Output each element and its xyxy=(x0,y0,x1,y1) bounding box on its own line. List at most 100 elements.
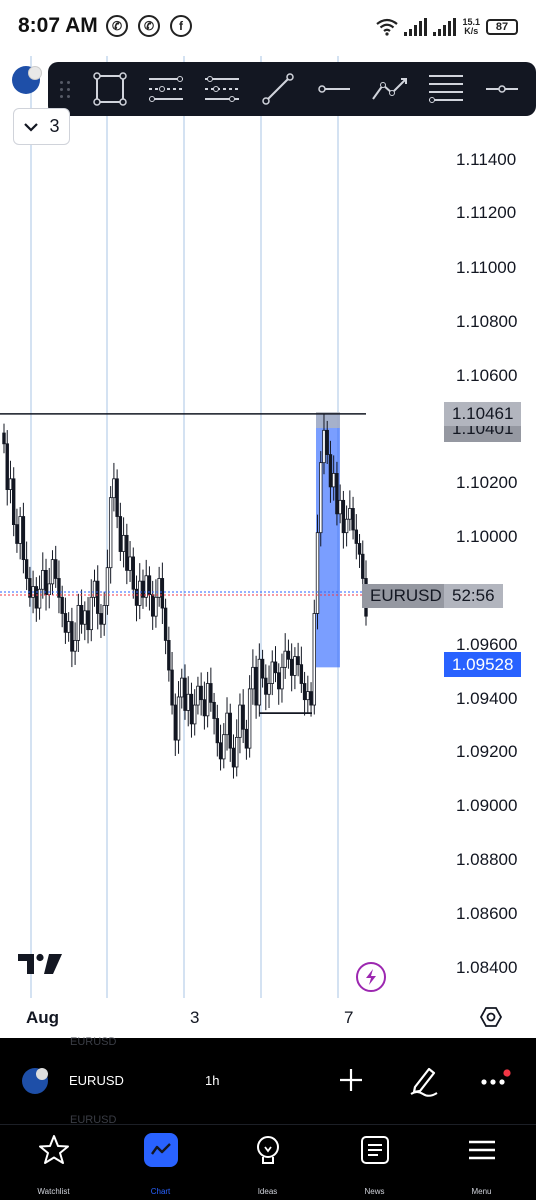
horizontal-line-icon[interactable] xyxy=(474,62,530,116)
price-axis-label: 1.10000 xyxy=(456,527,518,546)
candle-body xyxy=(41,569,45,590)
fib-retracement-icon[interactable] xyxy=(418,62,474,116)
candlestick-series xyxy=(2,414,368,779)
tab-chart[interactable]: Chart xyxy=(107,1125,214,1200)
candle-body xyxy=(199,685,203,701)
tab-ideas[interactable]: Ideas xyxy=(214,1125,321,1200)
candle-body xyxy=(293,656,297,676)
tradingview-logo-icon[interactable] xyxy=(16,950,64,976)
candle-body xyxy=(63,613,68,633)
time-axis[interactable]: Aug 3 7 xyxy=(0,998,536,1038)
candle-body xyxy=(8,478,13,490)
candle-body xyxy=(312,613,316,706)
candle-body xyxy=(21,516,26,561)
candle-body xyxy=(296,656,300,666)
candle-body xyxy=(34,586,39,609)
price-axis-label: 1.10800 xyxy=(456,312,518,331)
candle-body xyxy=(209,683,213,703)
time-label: 7 xyxy=(344,1008,354,1027)
candle-body xyxy=(76,605,81,641)
line-price-tag: 1.10461 xyxy=(444,402,522,426)
collapse-legend-button[interactable]: 3 xyxy=(13,108,70,145)
interval-button[interactable]: 1h xyxy=(205,1073,219,1088)
candle-body xyxy=(354,529,359,544)
drawing-toolbar xyxy=(48,62,536,116)
candle-body xyxy=(60,596,64,614)
us-flag-icon xyxy=(36,1068,48,1080)
candle-body xyxy=(150,594,155,617)
price-axis-label: 1.11200 xyxy=(456,203,517,222)
candle-body xyxy=(170,669,174,706)
candle-body xyxy=(267,683,271,695)
candle-body xyxy=(289,658,294,676)
candle-body xyxy=(154,596,158,617)
candle-body xyxy=(244,728,249,749)
line-drawings[interactable] xyxy=(0,413,444,715)
lightning-icon[interactable] xyxy=(356,962,386,992)
time-label: Aug xyxy=(26,1008,60,1027)
news-icon xyxy=(358,1133,392,1167)
candle-body xyxy=(241,704,245,730)
symbol-name-button[interactable]: EURUSD xyxy=(69,1073,124,1088)
candle-body xyxy=(351,508,355,531)
candle-body xyxy=(73,640,77,652)
horizontal-ray-icon[interactable] xyxy=(306,62,362,116)
app-root: 8:07 AM ✆ ✆ f 15.1 K/s 87 1.11400 1.1120… xyxy=(0,0,536,1200)
candle-body xyxy=(238,704,242,738)
symbol-bar: EURUSD EURUSD EURUSD 1h xyxy=(0,1036,536,1126)
candle-body xyxy=(264,677,268,695)
candle-body xyxy=(176,696,181,741)
candle-body xyxy=(44,569,48,596)
pitchfork-icon[interactable] xyxy=(194,62,250,116)
candle-body xyxy=(218,742,223,760)
candle-body xyxy=(306,691,310,701)
candle-body xyxy=(348,508,352,520)
whatsapp-icon: ✆ xyxy=(138,15,160,37)
tab-watchlist[interactable]: Watchlist xyxy=(0,1125,107,1200)
path-icon[interactable] xyxy=(362,62,418,116)
candle-body xyxy=(251,666,255,690)
candle-body xyxy=(66,621,71,633)
status-indicators: 15.1 K/s 87 xyxy=(376,14,518,40)
parallel-channel-icon[interactable] xyxy=(138,62,194,116)
candle-body xyxy=(202,699,207,717)
price-axis-label: 1.09000 xyxy=(456,796,518,815)
candle-body xyxy=(322,429,326,464)
status-time: 8:07 AM xyxy=(18,14,98,37)
candle-body xyxy=(273,661,278,674)
tab-label: News xyxy=(364,1187,385,1196)
candle-body xyxy=(157,578,161,598)
candle-body xyxy=(141,580,145,598)
candle-body xyxy=(309,691,313,706)
tab-news[interactable]: News xyxy=(321,1125,428,1200)
whatsapp-icon: ✆ xyxy=(106,15,128,37)
tab-label: Chart xyxy=(150,1187,171,1196)
candle-body xyxy=(235,736,239,768)
candle-body xyxy=(302,683,307,701)
candle-body xyxy=(319,462,323,534)
rectangle-icon[interactable] xyxy=(82,62,138,116)
add-icon[interactable] xyxy=(333,1062,369,1098)
trend-line-icon[interactable] xyxy=(250,62,306,116)
signal-icon xyxy=(404,18,428,36)
more-options-icon[interactable] xyxy=(476,1062,512,1098)
candle-body xyxy=(54,559,58,579)
drawing-pen-icon[interactable] xyxy=(406,1062,442,1098)
price-axis-label: 1.09200 xyxy=(456,742,518,761)
candle-body xyxy=(57,578,61,598)
menu-icon xyxy=(465,1133,499,1167)
candle-body xyxy=(196,685,200,706)
price-axis-label: 1.08600 xyxy=(456,904,518,923)
battery-indicator: 87 xyxy=(486,19,518,35)
chart-settings-icon[interactable] xyxy=(478,1004,504,1030)
candle-body xyxy=(89,596,93,631)
tab-label: Watchlist xyxy=(37,1187,70,1196)
candle-body xyxy=(186,693,190,711)
candle-body xyxy=(357,543,362,555)
tab-menu[interactable]: Menu xyxy=(428,1125,535,1200)
candle-body xyxy=(160,578,165,609)
wifi-icon xyxy=(376,18,399,36)
candle-body xyxy=(331,473,336,488)
candle-body xyxy=(192,704,197,725)
tab-label: Menu xyxy=(471,1187,492,1196)
